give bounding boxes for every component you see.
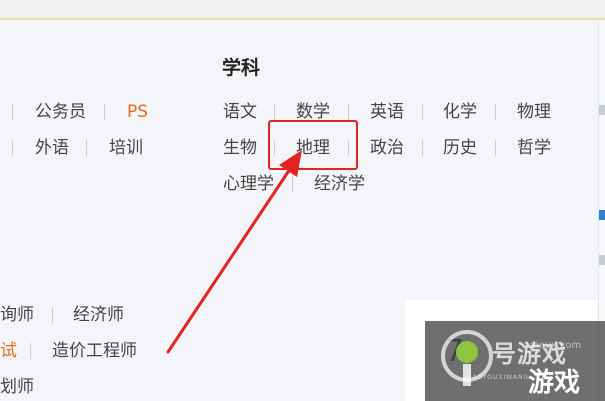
side-marker [599,255,605,265]
category-link-ps[interactable]: PS [127,102,148,122]
category-link-civil-servant[interactable]: 公务员 [35,102,86,122]
side-marker [599,105,605,115]
separator [292,176,293,192]
separator [422,140,423,156]
category-link-foreign-language[interactable]: 外语 [35,138,69,158]
exam-link-economist[interactable]: 经济师 [73,305,124,325]
subject-link-history[interactable]: 历史 [443,138,477,158]
browser-top-bar [0,0,605,20]
highlight-box [268,120,358,170]
separator [52,307,53,323]
category-link-training[interactable]: 培训 [109,138,143,158]
subject-link-politics[interactable]: 政治 [370,138,404,158]
subject-link-economics[interactable]: 经济学 [314,174,365,194]
separator [495,104,496,120]
exam-link-consultant[interactable]: 询师 [0,305,34,325]
subjects-title: 学科 [222,57,261,79]
separator [274,104,275,120]
separator [12,104,13,120]
subject-link-biology[interactable]: 生物 [223,138,257,158]
subject-link-english[interactable]: 英语 [370,102,404,122]
separator [422,104,423,120]
separator [30,343,31,359]
subject-link-chinese[interactable]: 语文 [223,102,257,122]
exam-link-planner[interactable]: 划师 [0,377,34,397]
watermark-game-text: 游戏 [528,368,581,398]
separator [12,140,13,156]
separator [348,104,349,120]
watermark-pinyin: HAOYOUXIWANG [467,374,530,381]
exam-link-cost-engineer[interactable]: 造价工程师 [52,341,137,361]
exam-link-exam[interactable]: 试 [0,341,17,361]
subject-link-psychology[interactable]: 心理学 [223,174,274,194]
separator [86,140,87,156]
subject-link-chemistry[interactable]: 化学 [443,102,477,122]
separator [495,140,496,156]
watermark-site: xiayx.com [530,340,582,351]
subject-link-physics[interactable]: 物理 [517,102,551,122]
subject-link-math[interactable]: 数学 [296,102,330,122]
subject-link-philosophy[interactable]: 哲学 [517,138,551,158]
side-marker-active[interactable] [599,210,605,220]
separator [104,104,105,120]
